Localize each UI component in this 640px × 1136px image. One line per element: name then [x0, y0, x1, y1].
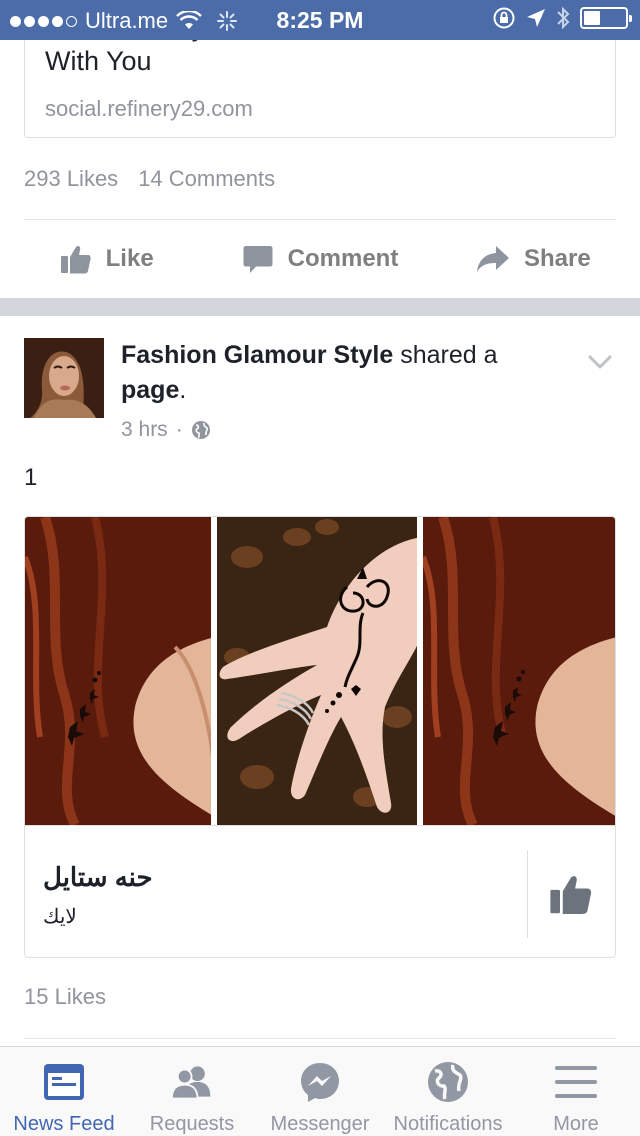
- news-feed-icon: [44, 1064, 84, 1100]
- cover-panel-middle: [217, 517, 421, 825]
- rotation-lock-icon: [493, 7, 515, 29]
- likes-count[interactable]: 293 Likes: [24, 166, 118, 192]
- post-action-bar: Like Comment Share: [0, 222, 640, 296]
- cover-panel-left: [25, 517, 215, 825]
- feed-separator: [0, 298, 640, 316]
- globe-icon: [428, 1062, 468, 1102]
- avatar[interactable]: [24, 338, 104, 418]
- friend-requests-icon: [170, 1066, 211, 1100]
- likes-count[interactable]: 15 Likes: [24, 984, 106, 1010]
- comment-bubble-icon: [243, 246, 273, 273]
- cover-panel-right: [423, 517, 615, 825]
- post-time[interactable]: 3 hrs: [121, 418, 168, 442]
- comments-count[interactable]: 14 Comments: [138, 166, 275, 192]
- shared-page-card[interactable]: حنه ستايل لايك: [24, 516, 616, 958]
- share-button[interactable]: Share: [427, 222, 640, 296]
- meta-separator: ·: [175, 418, 183, 441]
- location-arrow-icon: [527, 9, 545, 27]
- tab-messenger[interactable]: Messenger: [256, 1047, 384, 1136]
- share-arrow-icon: [476, 246, 509, 272]
- shared-page-subtitle: لايك: [43, 906, 77, 928]
- avatar-photo: [24, 338, 104, 418]
- like-button[interactable]: Like: [0, 222, 213, 296]
- tab-more[interactable]: More: [512, 1047, 640, 1136]
- globe-icon: [191, 421, 210, 439]
- chevron-down-icon[interactable]: [586, 348, 614, 376]
- bluetooth-icon: [557, 6, 570, 30]
- status-icons: [492, 6, 632, 30]
- tab-requests[interactable]: Requests: [128, 1047, 256, 1136]
- tab-bar: News Feed Requests Messenger Notificatio…: [0, 1046, 640, 1136]
- tab-notifications[interactable]: Notifications: [384, 1047, 512, 1136]
- shared-page-footer: حنه ستايل لايك: [25, 825, 615, 957]
- comment-button[interactable]: Comment: [213, 222, 426, 296]
- post-text: 1: [24, 464, 38, 491]
- status-bar: Ultra.me 8:25 PM: [0, 0, 640, 40]
- facebook-app-screen: Ultra.me 8:25 PM With You social.refiner…: [0, 0, 640, 1136]
- divider: [24, 219, 616, 220]
- author-name[interactable]: Fashion Glamour Style: [121, 341, 393, 369]
- divider: [24, 1038, 616, 1039]
- post-meta: 3 hrs ·: [121, 418, 211, 442]
- tab-news-feed[interactable]: News Feed: [0, 1047, 128, 1136]
- shared-page-cover-image[interactable]: [25, 517, 615, 825]
- menu-icon: [555, 1066, 597, 1098]
- post-stats: 293 Likes 14 Comments: [24, 166, 275, 192]
- post-header-text: Fashion Glamour Style shared a page.: [121, 341, 498, 404]
- divider: [527, 850, 528, 938]
- shared-object-link[interactable]: page: [121, 376, 179, 404]
- battery-icon: [580, 7, 632, 29]
- thumbs-up-icon: [60, 246, 91, 274]
- shared-page-name[interactable]: حنه ستايل: [43, 862, 153, 893]
- link-domain: social.refinery29.com: [45, 96, 253, 121]
- action-text: shared a: [400, 341, 498, 369]
- messenger-icon: [301, 1063, 339, 1102]
- like-page-button[interactable]: [549, 872, 593, 916]
